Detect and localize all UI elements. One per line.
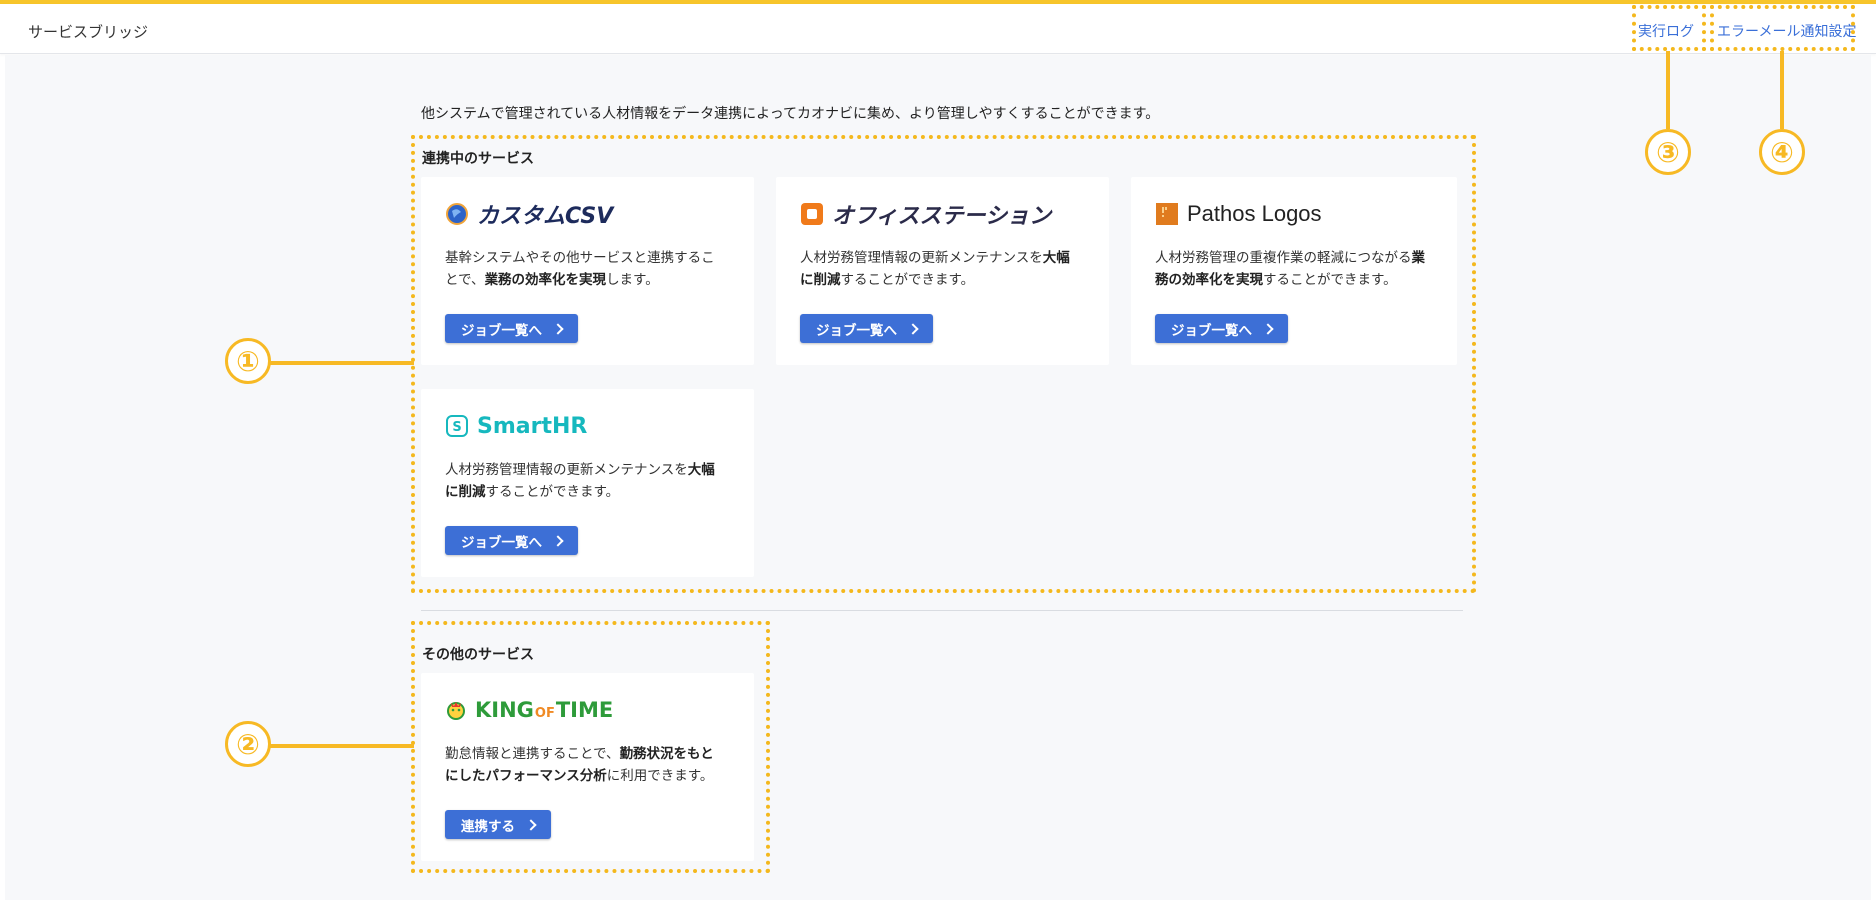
callout-4: ④ (1759, 129, 1805, 175)
callout-line-3 (1666, 51, 1670, 129)
app-title: サービスブリッジ (28, 23, 149, 41)
annotation-box-connected (411, 135, 1476, 593)
callout-2: ② (225, 721, 271, 767)
callout-1: ① (225, 338, 271, 384)
section-divider (421, 610, 1463, 611)
callout-line-1 (268, 361, 414, 365)
intro-text: 他システムで管理されている人材情報をデータ連携によってカオナビに集め、より管理し… (421, 106, 1160, 122)
callout-3: ③ (1645, 129, 1691, 175)
annotation-box-error-mail (1710, 5, 1855, 51)
annotation-box-other (411, 621, 770, 873)
callout-line-2 (268, 744, 414, 748)
annotation-box-exec-log (1632, 5, 1706, 51)
app-header: サービスブリッジ 実行ログ エラーメール通知設定 (0, 4, 1876, 54)
callout-line-4 (1780, 51, 1784, 129)
